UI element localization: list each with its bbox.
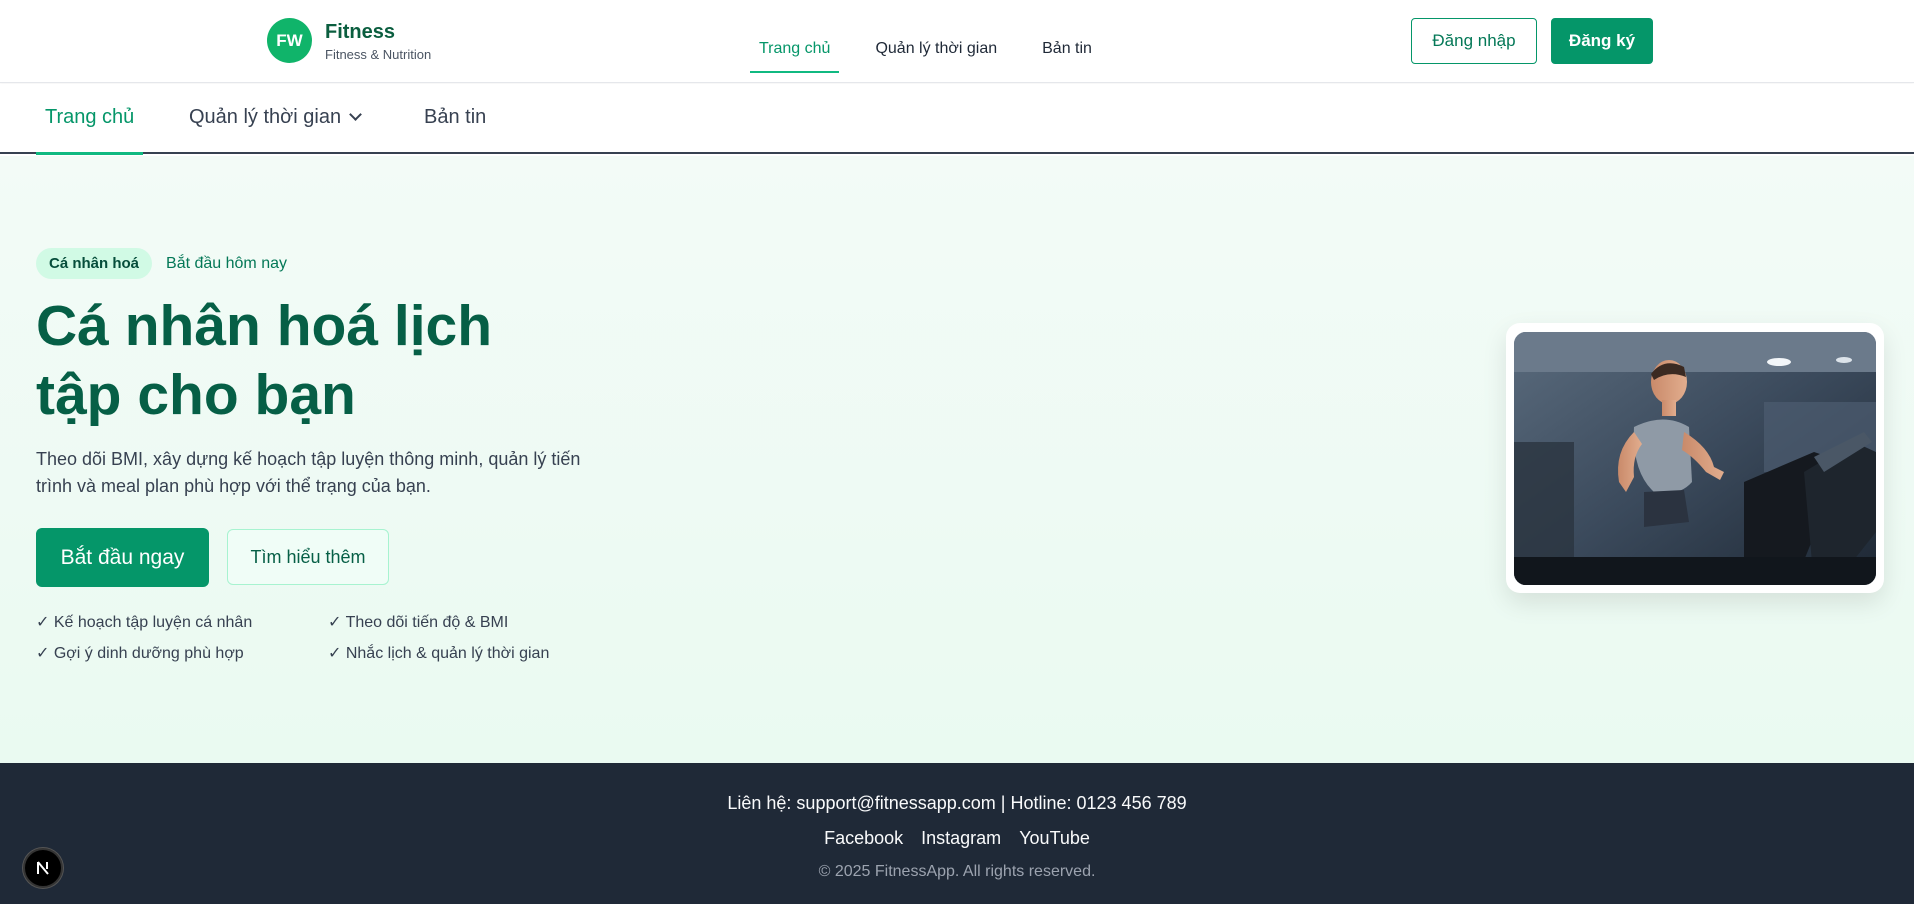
feature-item: ✓ Nhắc lịch & quản lý thời gian xyxy=(328,645,550,662)
youtube-link[interactable]: YouTube xyxy=(1019,828,1090,849)
start-now-button[interactable]: Bắt đầu ngay xyxy=(36,528,209,587)
chevron-down-icon xyxy=(349,108,362,121)
hero-tagline: Bắt đầu hôm nay xyxy=(166,254,287,272)
facebook-link[interactable]: Facebook xyxy=(824,828,903,849)
top-nav-home[interactable]: Trang chủ xyxy=(750,11,840,73)
sub-nav-home-label: Trang chủ xyxy=(45,106,135,128)
register-button[interactable]: Đăng ký xyxy=(1551,18,1653,64)
brand-text: Fitness Fitness & Nutrition xyxy=(325,20,431,62)
sub-nav-home[interactable]: Trang chủ xyxy=(36,84,144,155)
nextjs-logo-glyph xyxy=(37,861,49,875)
brand-name: Fitness xyxy=(325,20,396,43)
feature-item: ✓ Kế hoạch tập luyện cá nhân xyxy=(36,614,253,631)
top-nav-time-management[interactable]: Quản lý thời gian xyxy=(866,11,1006,73)
feature-item: ✓ Gợi ý dinh dưỡng phù hợp xyxy=(36,645,244,662)
learn-more-button[interactable]: Tìm hiểu thêm xyxy=(227,529,389,585)
hero-description: Theo dõi BMI, xây dựng kế hoạch tập luyệ… xyxy=(36,449,581,496)
footer-social-links: Facebook Instagram YouTube xyxy=(0,828,1914,849)
secondary-nav: Trang chủ Quản lý thời gian Bản tin xyxy=(0,84,1914,155)
hero-tag-row: Cá nhân hoá Bắt đầu hôm nay xyxy=(36,248,287,279)
footer-contact: Liên hệ: support@fitnessapp.com | Hotlin… xyxy=(727,793,1187,813)
sub-nav-time-management[interactable]: Quản lý thời gian xyxy=(180,84,369,154)
login-button[interactable]: Đăng nhập xyxy=(1411,18,1537,64)
brand[interactable]: FW Fitness Fitness & Nutrition xyxy=(267,18,431,63)
auth-buttons: Đăng nhập Đăng ký xyxy=(1411,18,1653,64)
hero-pill-badge: Cá nhân hoá xyxy=(36,248,153,279)
feature-list: ✓ Kế hoạch tập luyện cá nhân ✓ Theo dõi … xyxy=(36,613,596,663)
hero-headline-line2: tập cho bạn xyxy=(36,363,356,427)
treadmill-runner-photo xyxy=(1514,332,1876,585)
footer: Liên hệ: support@fitnessapp.com | Hotlin… xyxy=(0,763,1914,904)
sub-nav-time-management-label: Quản lý thời gian xyxy=(189,106,342,128)
hero-headline-line1: Cá nhân hoá lịch xyxy=(36,294,493,358)
sub-nav-news-label: Bản tin xyxy=(424,106,487,128)
footer-copyright: © 2025 FitnessApp. All rights reserved. xyxy=(818,863,1096,880)
top-header: FW Fitness Fitness & Nutrition Trang chủ… xyxy=(0,0,1914,83)
brand-subtitle: Fitness & Nutrition xyxy=(325,46,432,62)
instagram-link[interactable]: Instagram xyxy=(921,828,1001,849)
hero-cta-row: Bắt đầu ngay Tìm hiểu thêm xyxy=(36,528,389,587)
hero-image-card xyxy=(1506,323,1884,593)
top-nav-news[interactable]: Bản tin xyxy=(1033,11,1101,73)
sub-nav-news[interactable]: Bản tin xyxy=(415,84,495,154)
hero-headline: Cá nhân hoá lịch tập cho bạn xyxy=(36,292,636,430)
brand-logo: FW xyxy=(267,18,312,63)
hero-section: Cá nhân hoá Bắt đầu hôm nay Cá nhân hoá … xyxy=(0,156,1914,763)
nextjs-icon[interactable] xyxy=(23,848,63,888)
top-nav: Trang chủ Quản lý thời gian Bản tin xyxy=(750,0,1128,83)
feature-item: ✓ Theo dõi tiến độ & BMI xyxy=(328,614,509,631)
